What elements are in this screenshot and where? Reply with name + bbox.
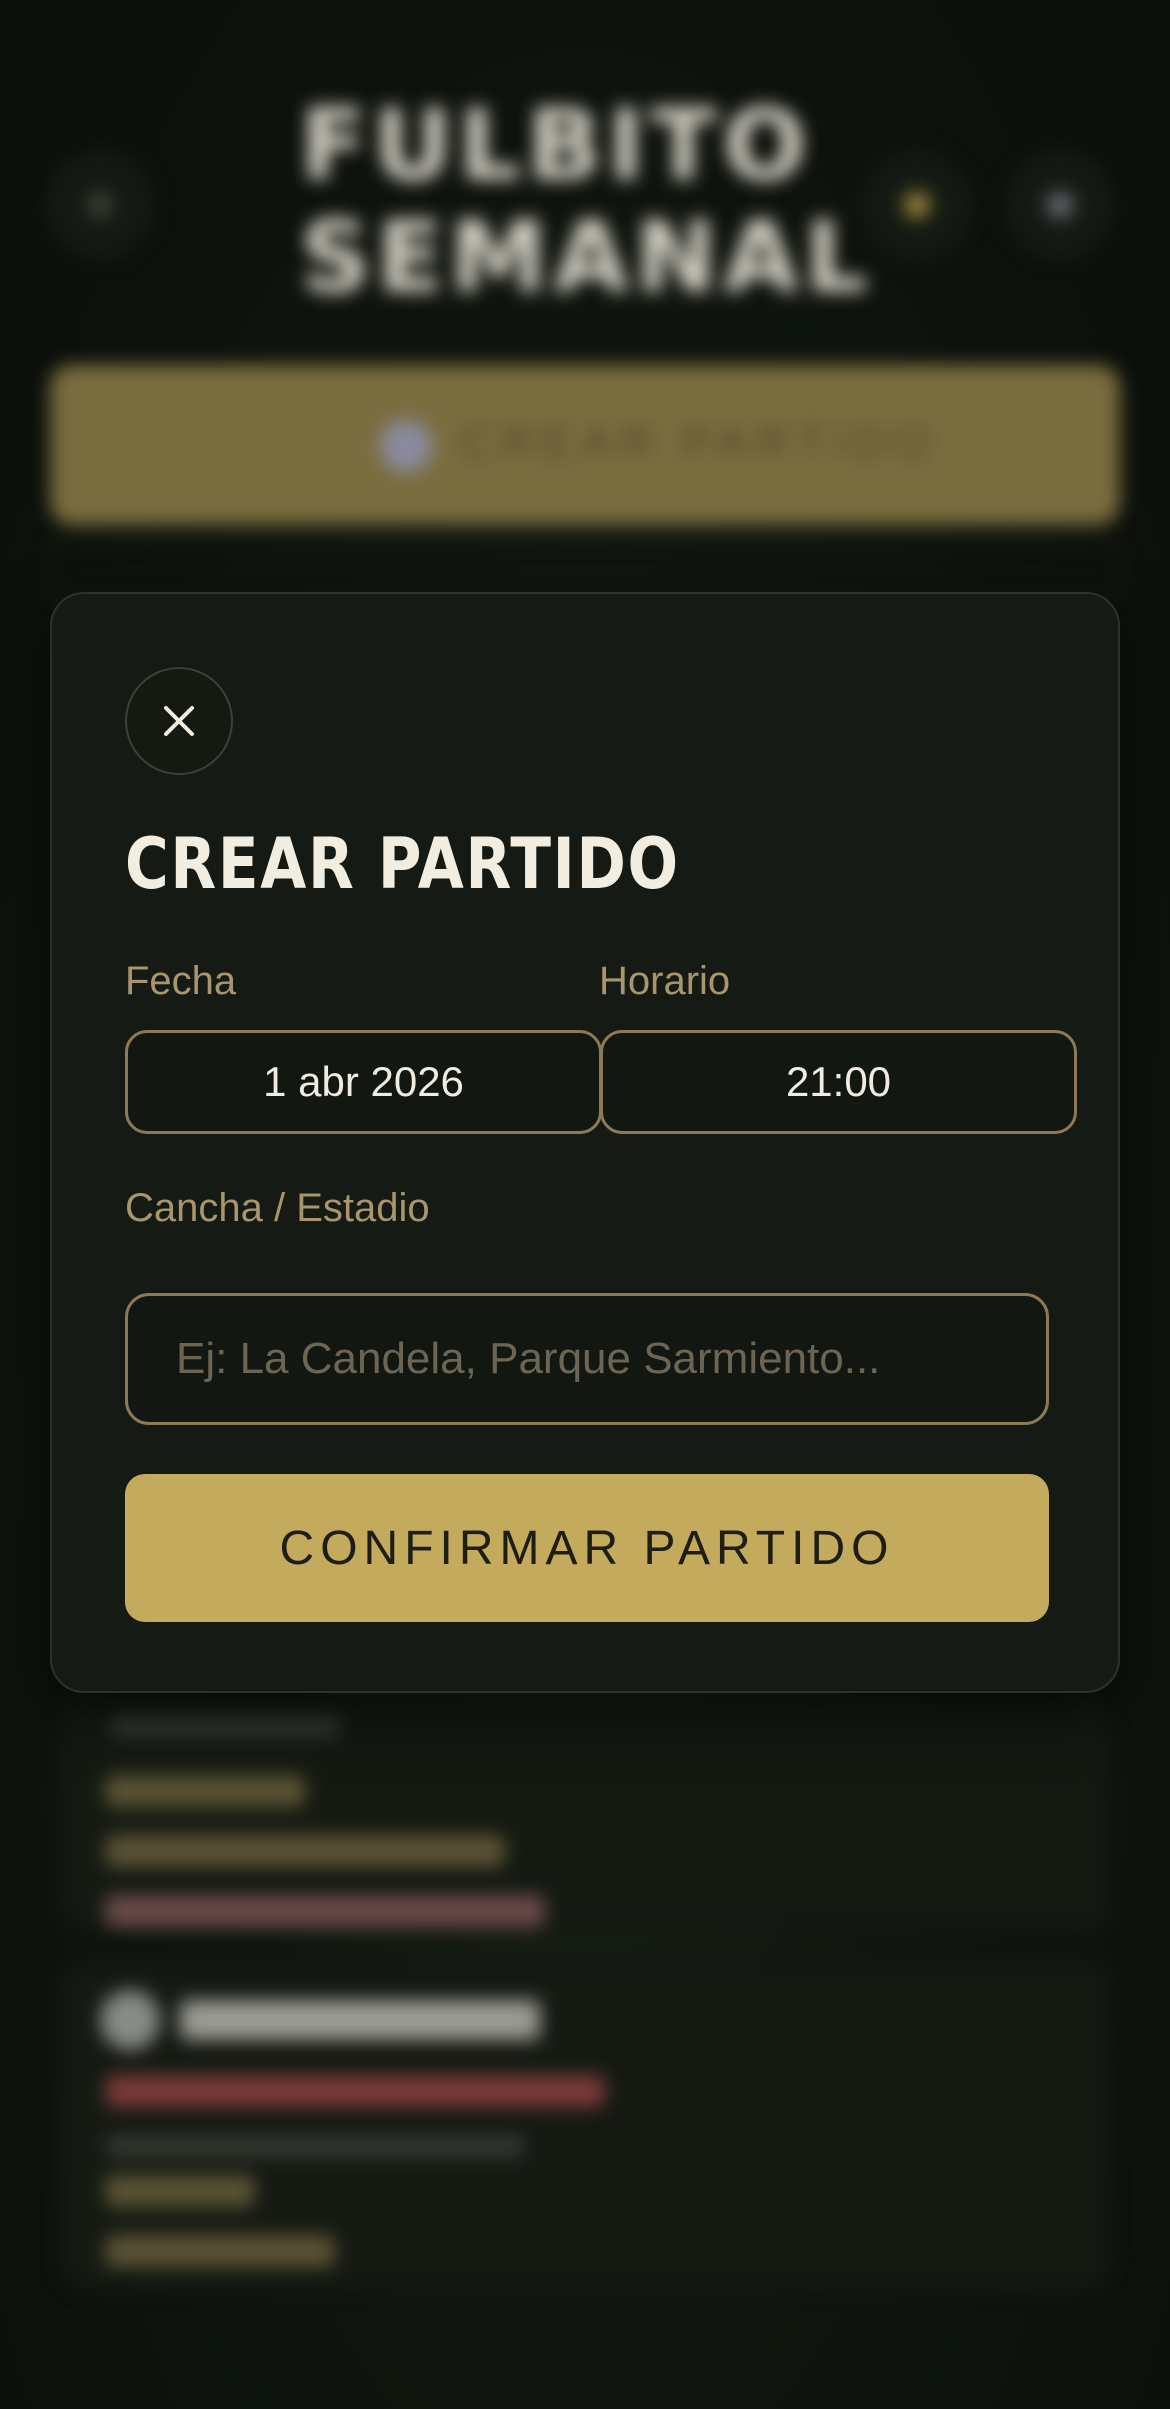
date-label: Fecha [125, 959, 237, 1003]
create-match-modal: CREAR PARTIDO Fecha Horario 1 abr 2026 2… [50, 592, 1120, 1693]
match-card [60, 1700, 1110, 1930]
time-field[interactable]: 21:00 [600, 1030, 1077, 1134]
back-button [45, 150, 155, 260]
confirm-match-button[interactable]: CONFIRMAR PARTIDO [125, 1474, 1049, 1622]
settings-button [1005, 150, 1115, 260]
time-value: 21:00 [785, 1058, 892, 1105]
venue-label: Cancha / Estadio [125, 1186, 430, 1230]
create-match-label: CREAR PARTIDO [460, 416, 939, 468]
match-card [60, 1960, 1110, 2290]
create-match-button: CREAR PARTIDO [50, 365, 1120, 525]
ball-icon [380, 420, 432, 472]
app-header: FULBITO SEMANAL [0, 80, 1170, 340]
time-label: Horario [599, 959, 731, 1003]
date-value: 1 abr 2026 [263, 1058, 464, 1105]
trophy-button [862, 150, 972, 260]
tabs-bar [50, 540, 1120, 600]
close-button[interactable] [125, 667, 233, 775]
date-field[interactable]: 1 abr 2026 [125, 1030, 602, 1134]
venue-input[interactable] [125, 1293, 1049, 1425]
modal-title: CREAR PARTIDO [125, 823, 680, 905]
app-title: FULBITO SEMANAL [300, 89, 874, 315]
close-icon [164, 706, 194, 736]
